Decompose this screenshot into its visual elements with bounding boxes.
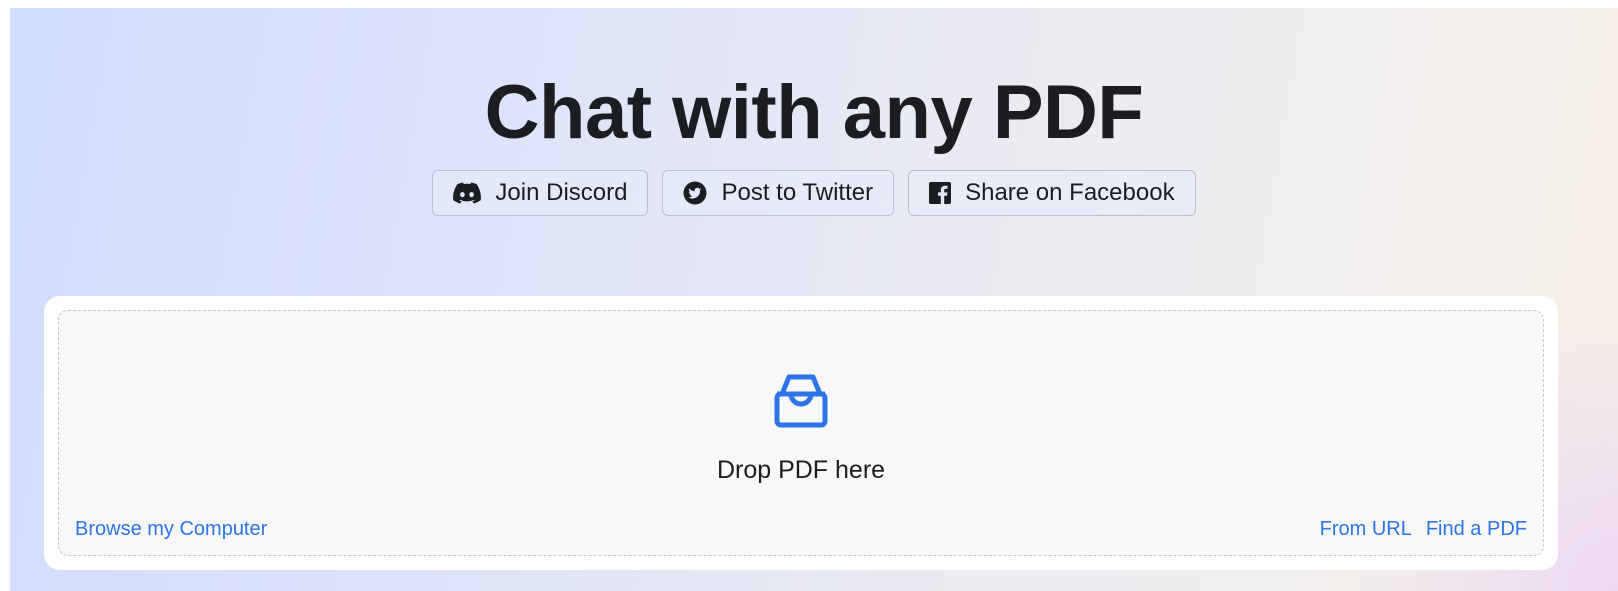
discord-icon <box>453 182 482 204</box>
page-title: Chat with any PDF <box>484 70 1144 155</box>
post-to-twitter-label: Post to Twitter <box>721 179 874 206</box>
facebook-icon <box>929 182 952 204</box>
browse-computer-link[interactable]: Browse my Computer <box>75 518 267 541</box>
post-to-twitter-button[interactable]: Post to Twitter <box>662 170 895 216</box>
share-on-facebook-label: Share on Facebook <box>965 179 1175 206</box>
from-url-link[interactable]: From URL <box>1320 518 1412 541</box>
upload-card: Drop PDF here Browse my Computer From UR… <box>44 296 1558 570</box>
join-discord-button[interactable]: Join Discord <box>432 170 649 216</box>
pdf-dropzone[interactable]: Drop PDF here Browse my Computer From UR… <box>58 310 1544 556</box>
page-background: Chat with any PDF Join Discord Post to T… <box>10 8 1618 591</box>
twitter-icon <box>683 181 707 205</box>
drop-pdf-label: Drop PDF here <box>716 456 886 484</box>
inbox-icon <box>769 369 833 438</box>
upload-source-links: From URL Find a PDF <box>1320 518 1527 541</box>
share-on-facebook-button[interactable]: Share on Facebook <box>908 170 1196 216</box>
join-discord-label: Join Discord <box>495 179 628 206</box>
find-pdf-link[interactable]: Find a PDF <box>1426 518 1527 541</box>
share-buttons-row: Join Discord Post to Twitter Share on Fa… <box>10 170 1618 216</box>
